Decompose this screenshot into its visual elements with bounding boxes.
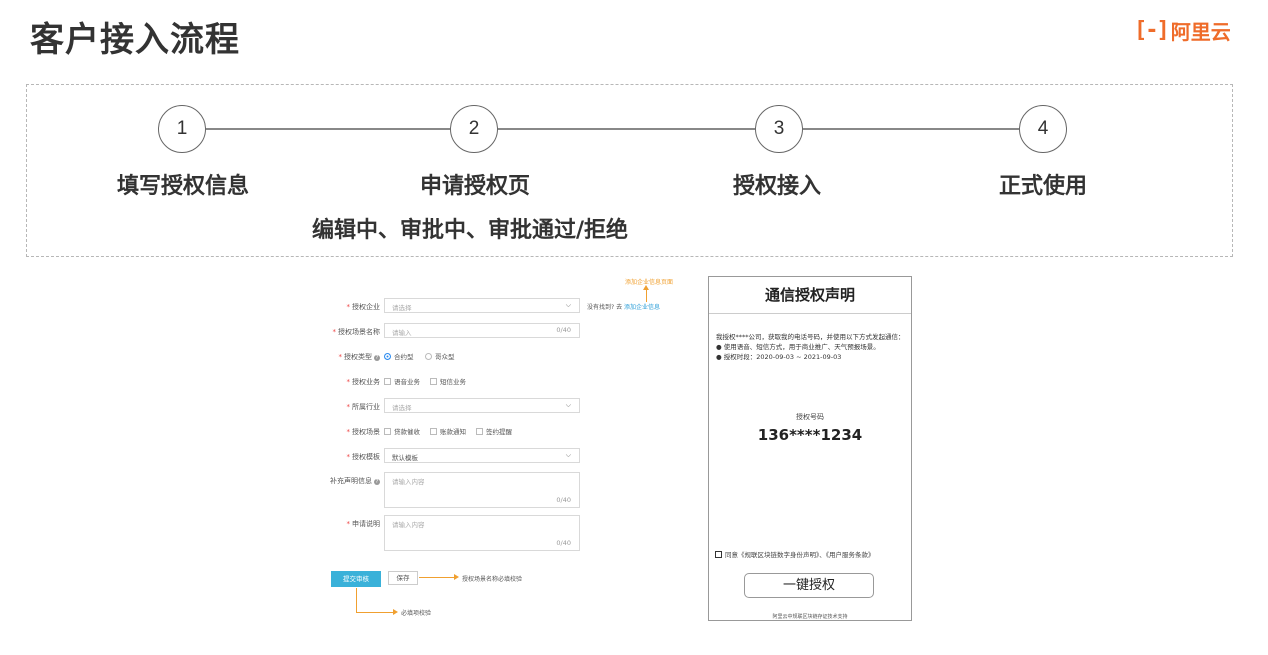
chevron-down-icon: ⌵	[565, 401, 571, 409]
template-select[interactable]: 默认模板 ⌵	[384, 448, 580, 463]
industry-select[interactable]: 请选择 ⌵	[384, 398, 580, 413]
annotation-arrow-head	[393, 609, 398, 615]
auth-type-option-contract[interactable]: 合约型	[384, 351, 414, 361]
checkbox-icon	[476, 427, 483, 435]
char-counter: 0/40	[556, 496, 571, 504]
step-connector	[206, 128, 450, 130]
annotation-arrow	[356, 612, 394, 613]
annotation-arrow	[356, 588, 357, 612]
auth-business-label: * 授权业务	[346, 378, 381, 386]
auth-scene-option-loan[interactable]: 贷款催收	[384, 426, 420, 436]
auth-type-option-public[interactable]: 哥众型	[425, 351, 455, 361]
step-4-label: 正式使用	[998, 174, 1088, 199]
step-2-status-label: 编辑中、审批中、审批通过/拒绝	[312, 218, 629, 243]
logo-text: 阿里云	[1170, 20, 1231, 44]
checkbox-icon	[384, 377, 391, 385]
step-3-circle: 3	[755, 105, 803, 153]
radio-checked-icon	[384, 352, 391, 360]
authorized-number: 136****1234	[757, 426, 863, 444]
auth-business-option-voice[interactable]: 语音业务	[384, 376, 420, 386]
radio-icon	[425, 352, 432, 360]
supplement-textarea[interactable]: 请输入内容 0/40	[384, 472, 580, 508]
annotation-arrow-head	[454, 574, 459, 580]
description-textarea[interactable]: 请输入内容 0/40	[384, 515, 580, 551]
char-counter: 0/40	[556, 326, 571, 334]
save-button[interactable]: 保存	[388, 571, 418, 585]
checkbox-icon	[430, 427, 437, 435]
step-connector	[803, 128, 1019, 130]
step-1-label: 填写授权信息	[116, 174, 250, 199]
chevron-down-icon: ⌵	[565, 301, 571, 309]
auth-business-option-sms[interactable]: 短信业务	[430, 376, 466, 386]
step-3-label: 授权接入	[732, 174, 822, 199]
chevron-down-icon: ⌵	[565, 451, 571, 459]
submit-validation-note: 必填项校验	[401, 610, 432, 617]
scene-name-input[interactable]: 请输入 0/40	[384, 323, 580, 338]
add-enterprise-link[interactable]: 添加企业信息	[624, 304, 660, 311]
step-2-label: 申请授权页	[419, 174, 531, 199]
authorized-number-label: 授权号码	[796, 413, 824, 421]
statement-footer: 阿里云中规联区块链存证技术支持	[772, 614, 848, 620]
statement-bullet: ● 使用语音、短信方式，用于商业推广、天气预报场景。	[716, 343, 880, 351]
template-label: * 授权模板	[346, 453, 381, 461]
supplement-label: 补充声明信息?	[330, 477, 380, 485]
checkbox-icon	[430, 377, 437, 385]
authorization-statement-preview: 通信授权声明 我授权****公司，获取我的电话号码，并使用以下方式发起通信： ●…	[708, 276, 912, 621]
aliyun-logo: [-] 阿里云	[1134, 16, 1231, 45]
annotation-arrow	[646, 288, 647, 302]
char-counter: 0/40	[556, 539, 571, 547]
industry-label: * 所属行业	[346, 403, 381, 411]
checkbox-icon	[384, 427, 391, 435]
annotation-arrow	[419, 577, 455, 578]
statement-bullet: ● 授权时段：2020-09-03 ~ 2021-09-03	[716, 353, 842, 361]
auth-type-label: * 授权类型?	[338, 353, 380, 361]
page-title: 客户接入流程	[30, 20, 240, 60]
statement-title: 通信授权声明	[709, 277, 911, 314]
add-enterprise-page-note: 添加企业信息页面	[625, 279, 674, 286]
auth-scene-label: * 授权场景	[346, 428, 381, 436]
description-label: * 申请说明	[346, 520, 381, 528]
aliyun-logo-icon: [-]	[1134, 18, 1170, 43]
auth-scene-option-reminder[interactable]: 签约提醒	[476, 426, 512, 436]
step-2-circle: 2	[450, 105, 498, 153]
enterprise-label: * 授权企业	[346, 303, 381, 311]
authorization-form: 添加企业信息页面 * 授权企业 请选择 ⌵ 没有找到? 去 添加企业信息 * 授权场…	[300, 275, 700, 625]
agree-terms-checkbox[interactable]: 同意《规联区块链数字身份声明》、《用户服务条款》	[715, 549, 875, 559]
auth-scene-option-notice[interactable]: 账款通知	[430, 426, 466, 436]
step-4-circle: 4	[1019, 105, 1067, 153]
annotation-arrow-head	[643, 285, 649, 290]
enterprise-hint: 没有找到? 去 添加企业信息	[587, 304, 661, 311]
statement-text: 我授权****公司，获取我的电话号码，并使用以下方式发起通信：	[716, 333, 905, 341]
enterprise-select[interactable]: 请选择 ⌵	[384, 298, 580, 313]
scene-name-label: * 授权场景名称	[332, 328, 381, 336]
help-icon[interactable]: ?	[374, 355, 380, 361]
checkbox-icon	[715, 550, 722, 558]
help-icon[interactable]: ?	[374, 479, 380, 485]
save-validation-note: 授权场景名称必填校验	[462, 576, 523, 583]
statement-body: 我授权****公司，获取我的电话号码，并使用以下方式发起通信： ● 使用语音、短…	[716, 332, 906, 362]
submit-review-button[interactable]: 提交审核	[331, 571, 381, 587]
one-click-authorize-button[interactable]: 一键授权	[744, 573, 874, 598]
step-1-circle: 1	[158, 105, 206, 153]
step-connector	[498, 128, 755, 130]
